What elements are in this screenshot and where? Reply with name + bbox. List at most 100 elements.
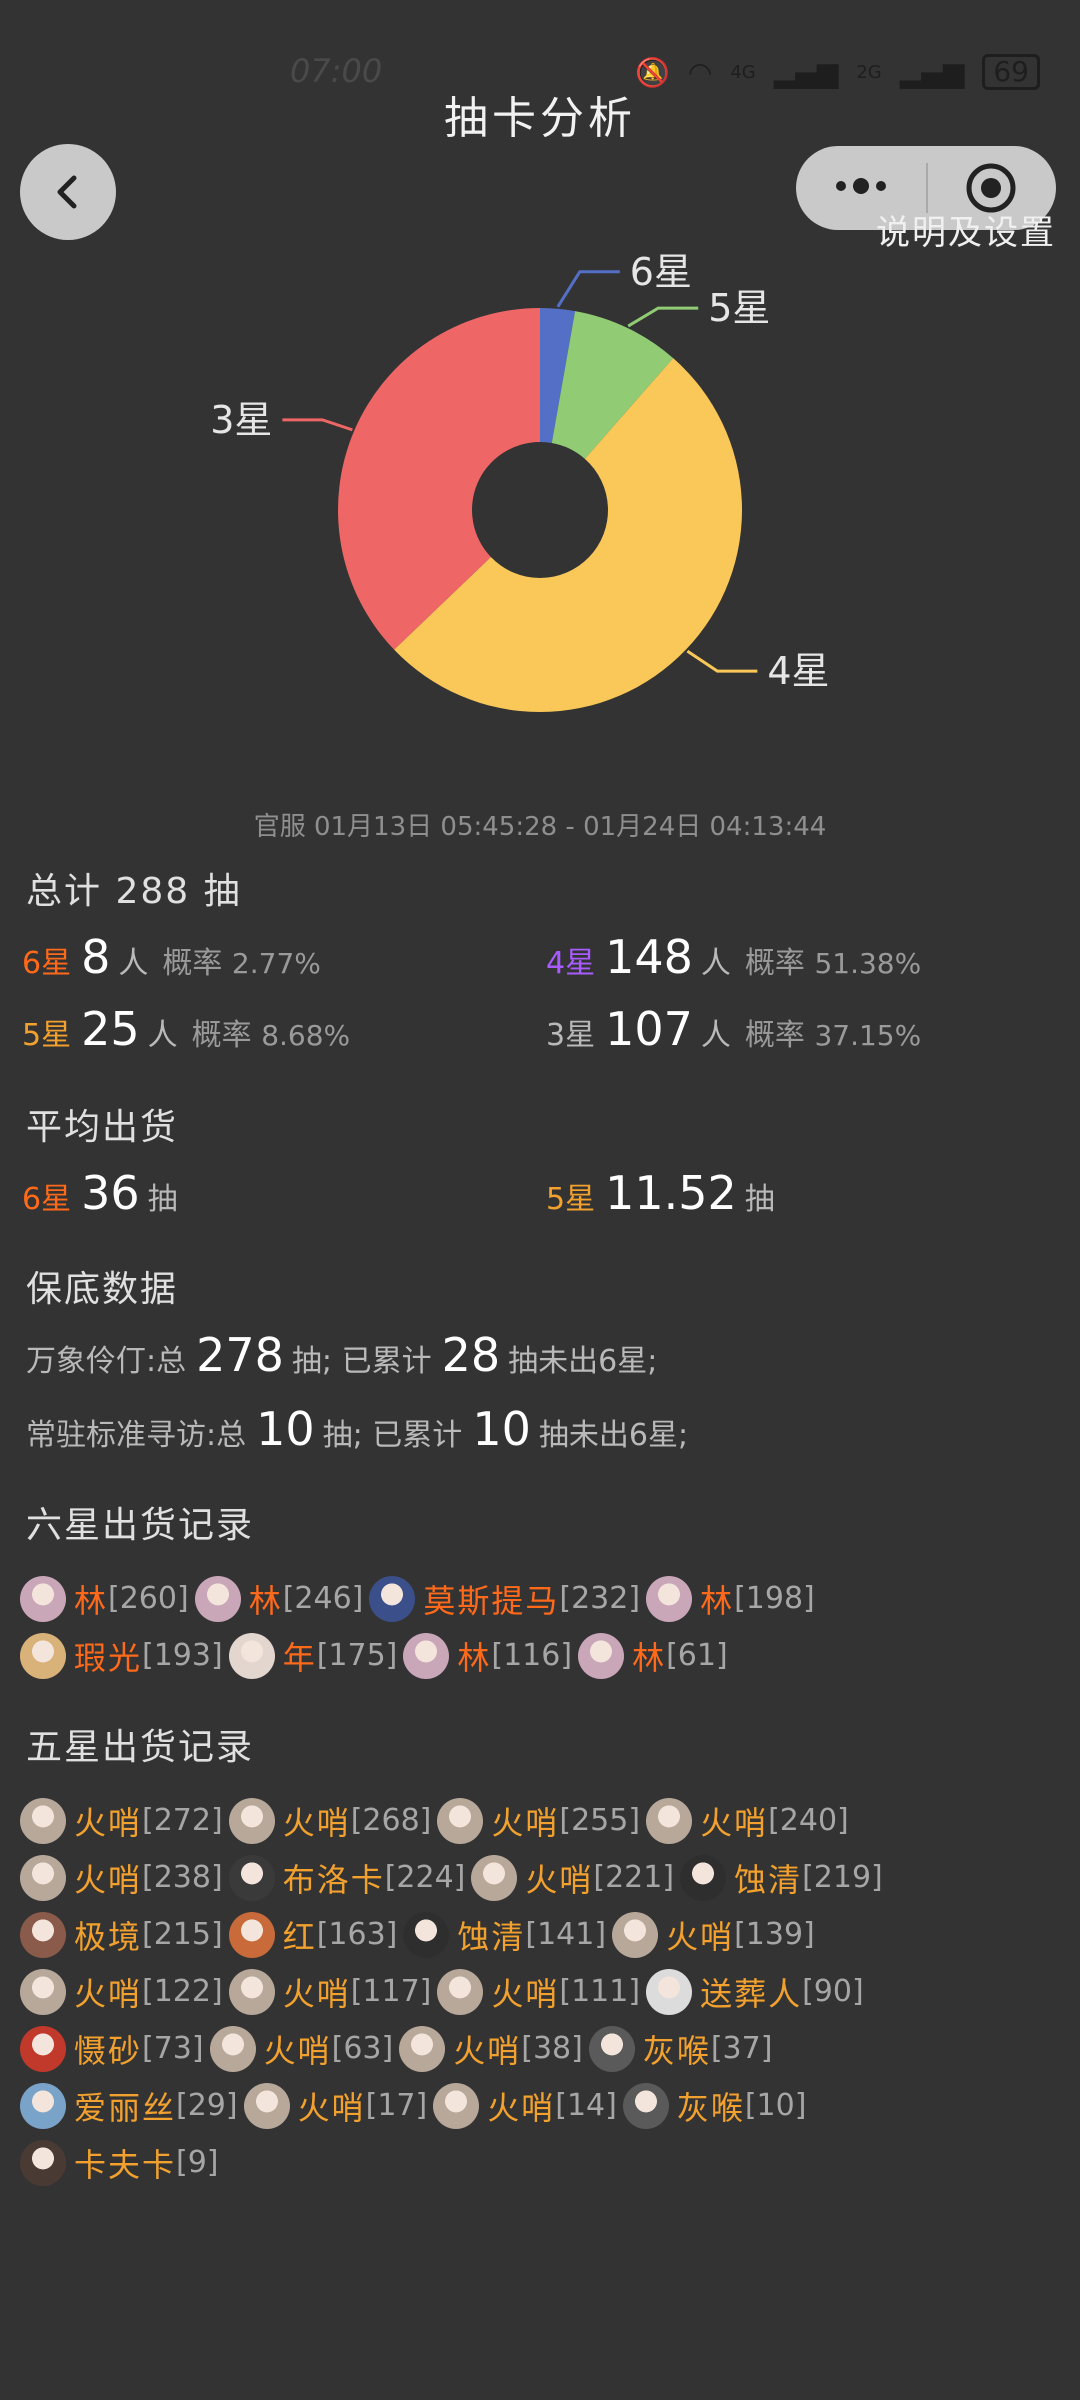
operator-name: 林 — [632, 1638, 667, 1677]
operator-avatar — [228, 1854, 275, 1901]
more-button[interactable] — [796, 176, 926, 200]
pull-count: [10] — [744, 2088, 807, 2123]
operator-avatar — [646, 1797, 693, 1844]
operator-name: 火哨 — [491, 1803, 560, 1842]
operator-name: 蚀清 — [734, 1860, 803, 1899]
record-item[interactable]: 灰喉 [10] — [622, 2082, 807, 2129]
pity-line-standard: 常驻标准寻访:总 10 抽; 已累计 10 抽未出6星; — [26, 1402, 688, 1456]
operator-avatar — [433, 2082, 480, 2129]
network-4g-label: 4G — [730, 61, 756, 83]
record-item[interactable]: 火哨 [272] — [20, 1797, 223, 1844]
pity-total: 10 — [256, 1402, 315, 1456]
stat-6star: 6星 8 人概率 2.77% — [22, 930, 321, 984]
record-item[interactable]: 林 [260] — [20, 1575, 189, 1622]
pity-mid: 抽; 已累计 — [291, 1344, 432, 1379]
operator-avatar — [471, 1854, 518, 1901]
operator-name: 火哨 — [700, 1803, 769, 1842]
record-item[interactable]: 年 [175] — [228, 1632, 397, 1679]
record-item[interactable]: 红 [163] — [228, 1911, 398, 1958]
record-item[interactable]: 林 [116] — [403, 1632, 572, 1679]
pie-leader-2 — [686, 649, 758, 673]
pie-label-3: 3星 — [210, 398, 272, 442]
record-item[interactable]: 卡夫卡 [9] — [20, 2139, 219, 2186]
operator-name: 火哨 — [491, 1974, 560, 2013]
total-pulls: 总计 288 抽 — [26, 871, 242, 912]
star-distribution-chart: 6星 5星 4星 3星 — [210, 250, 830, 712]
pull-count: [215] — [142, 1917, 223, 1952]
operator-avatar — [20, 1575, 66, 1622]
record-item[interactable]: 莫斯提马 [232] — [369, 1575, 640, 1622]
operator-name: 火哨 — [297, 2088, 366, 2127]
five-star-record-list: 火哨 [272] 火哨 [268] 火哨 [255] 火哨 [240] 火哨 [238] 布洛卡 [2… — [20, 1792, 1060, 2191]
pull-count: [117] — [350, 1974, 432, 2009]
pie-label-2: 4星 — [767, 649, 829, 693]
stat-star-label: 5星 — [22, 1018, 72, 1053]
record-item[interactable]: 林 [246] — [194, 1575, 363, 1622]
record-item[interactable]: 火哨 [240] — [646, 1797, 849, 1844]
record-item[interactable]: 灰喉 [37] — [588, 2025, 773, 2072]
avg-star-label: 6星 — [22, 1182, 72, 1217]
record-item[interactable]: 火哨 [117] — [228, 1968, 432, 2015]
pull-count: [90] — [802, 1974, 864, 2009]
operator-avatar — [369, 1575, 416, 1622]
record-item[interactable]: 慑砂 [73] — [20, 2025, 204, 2072]
operator-name: 灰喉 — [642, 2031, 711, 2070]
operator-name: 布洛卡 — [282, 1860, 385, 1899]
record-item[interactable]: 火哨 [122] — [20, 1968, 223, 2015]
record-item[interactable]: 火哨 [38] — [399, 2025, 583, 2072]
operator-avatar — [228, 1632, 275, 1679]
pull-count: [38] — [521, 2031, 583, 2066]
operator-avatar — [646, 1968, 693, 2015]
operator-name: 红 — [282, 1917, 317, 1956]
record-item[interactable]: 极境 [215] — [20, 1911, 223, 1958]
record-item[interactable]: 瑕光 [193] — [20, 1632, 223, 1679]
record-item[interactable]: 火哨 [63] — [209, 2025, 393, 2072]
record-item[interactable]: 火哨 [255] — [437, 1797, 640, 1844]
record-item[interactable]: 蚀清 [219] — [680, 1854, 883, 1901]
operator-name: 林 — [700, 1581, 735, 1620]
pull-count: [73] — [142, 2031, 204, 2066]
record-row: 瑕光 [193] 年 [175] 林 [116] 林 [61] — [20, 1627, 1060, 1684]
operator-avatar — [20, 1968, 66, 2015]
record-item[interactable]: 火哨 [111] — [437, 1968, 641, 2015]
pull-count: [163] — [316, 1917, 398, 1952]
operator-avatar — [20, 1911, 66, 1958]
record-row: 慑砂 [73] 火哨 [63] 火哨 [38] 灰喉 [37] — [20, 2020, 1060, 2077]
page-title: 抽卡分析 — [444, 93, 636, 144]
record-item[interactable]: 火哨 [17] — [243, 2082, 428, 2129]
record-item[interactable]: 爱丽丝 [29] — [20, 2082, 238, 2129]
record-item[interactable]: 布洛卡 [224] — [228, 1854, 465, 1901]
pull-count: [260] — [108, 1581, 189, 1616]
record-item[interactable]: 蚀清 [141] — [403, 1911, 607, 1958]
pity-suffix: 抽未出6星; — [508, 1344, 658, 1379]
pull-count: [17] — [365, 2088, 428, 2123]
pull-count: [37] — [710, 2031, 773, 2066]
operator-name: 林 — [74, 1581, 109, 1620]
record-item[interactable]: 送葬人 [90] — [646, 1968, 864, 2015]
operator-avatar — [403, 1632, 450, 1679]
stat-prob: 2.77% — [231, 947, 321, 980]
operator-avatar — [612, 1911, 659, 1958]
pull-count: [111] — [559, 1974, 641, 2009]
record-item[interactable]: 火哨 [221] — [471, 1854, 674, 1901]
operator-name: 火哨 — [74, 1860, 143, 1899]
operator-name: 慑砂 — [74, 2031, 143, 2070]
stat-unit: 人 — [700, 946, 731, 981]
record-item[interactable]: 林 [61] — [578, 1632, 728, 1679]
record-item[interactable]: 火哨 [238] — [20, 1854, 223, 1901]
record-item[interactable]: 火哨 [14] — [433, 2082, 617, 2129]
operator-name: 火哨 — [666, 1917, 735, 1956]
pull-count: [141] — [525, 1917, 607, 1952]
operator-avatar — [646, 1575, 693, 1622]
avg-unit: 抽 — [744, 1182, 775, 1217]
pity-section-title: 保底数据 — [26, 1269, 179, 1310]
stat-4star: 4星 148 人概率 51.38% — [546, 930, 921, 984]
operator-name: 林 — [457, 1638, 492, 1677]
record-item[interactable]: 火哨 [268] — [228, 1797, 431, 1844]
record-item[interactable]: 火哨 [139] — [612, 1911, 815, 1958]
record-item[interactable]: 林 [198] — [646, 1575, 815, 1622]
pity-prefix: 常驻标准寻访:总 — [26, 1418, 247, 1453]
stat-count: 8 — [81, 930, 111, 984]
back-button[interactable] — [20, 144, 116, 240]
avg-section-title: 平均出货 — [26, 1107, 179, 1148]
